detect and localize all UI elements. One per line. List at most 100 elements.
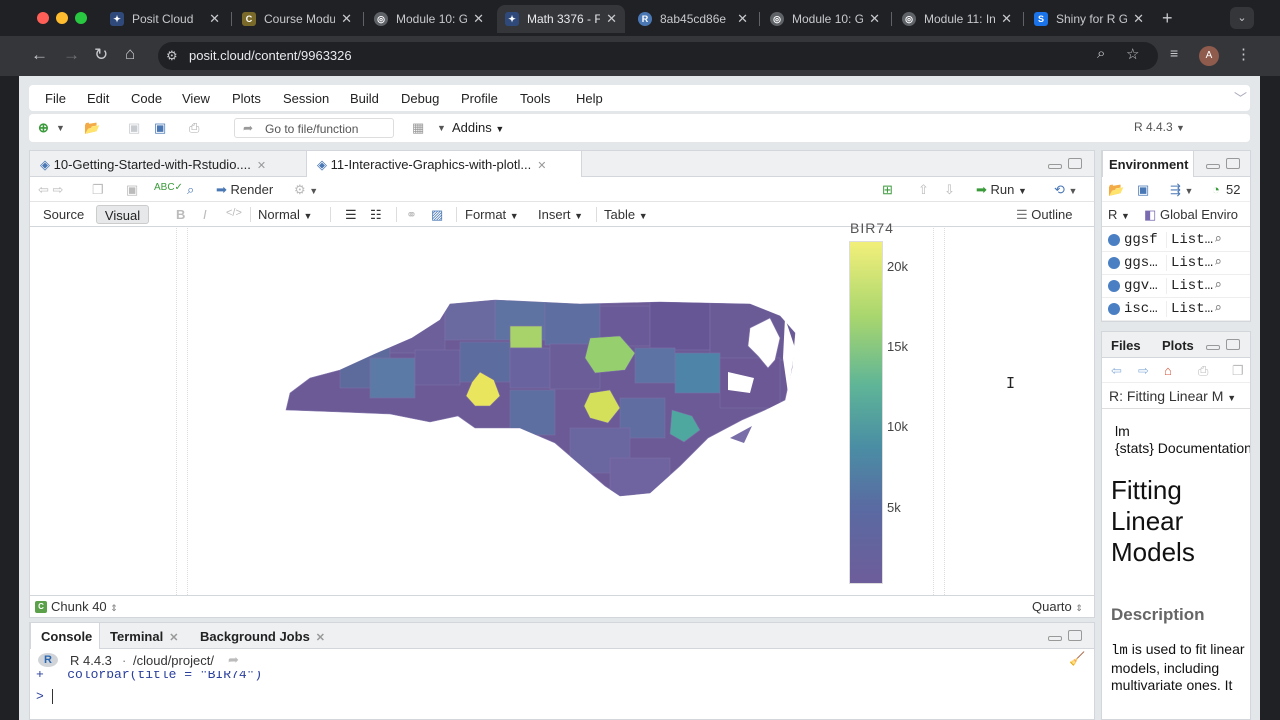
outline-button[interactable]: ☰ Outline [1016, 207, 1072, 223]
minimize-window-button[interactable] [56, 12, 68, 24]
insert-chunk-icon[interactable]: ⊞ [882, 182, 893, 198]
rerun-icon[interactable]: ⟲ ▼ [1054, 182, 1077, 198]
minimize-pane-icon[interactable] [1048, 636, 1062, 641]
help-print-icon[interactable]: ⎙ [1198, 363, 1208, 379]
bullet-list-icon[interactable]: ☰ [345, 207, 357, 223]
menu-session[interactable]: Session [283, 91, 329, 106]
view-magnifier-icon[interactable]: ⌕ [1214, 301, 1222, 316]
maximize-pane-icon[interactable] [1226, 158, 1240, 169]
choropleth-map[interactable] [280, 298, 800, 503]
image-icon[interactable]: ▨ [431, 207, 443, 223]
import-dataset-icon[interactable]: ⇶ ▼ [1170, 182, 1193, 198]
spellcheck-icon[interactable]: ABC✓ [154, 182, 183, 193]
reading-list-icon[interactable]: ≡ [1170, 45, 1178, 61]
menu-view[interactable]: View [182, 91, 210, 106]
menu-help[interactable]: Help [576, 91, 603, 106]
minimize-pane-icon[interactable] [1048, 164, 1062, 169]
menu-tools[interactable]: Tools [520, 91, 550, 106]
find-icon[interactable]: ⌕ [187, 182, 194, 198]
memory-usage-icon[interactable]: ◔ [1212, 182, 1220, 197]
help-home-icon[interactable]: ⌂ [1164, 363, 1172, 378]
chunk-up-icon[interactable]: ⇧ [918, 182, 929, 198]
maximize-pane-icon[interactable] [1226, 339, 1240, 350]
addins-menu[interactable]: Addins ▼ [452, 120, 504, 135]
env-row[interactable]: ggv… List… ⌕ [1102, 275, 1250, 298]
tab-plots[interactable]: Plots [1152, 332, 1202, 358]
tab-console[interactable]: Console [30, 623, 100, 649]
profile-avatar[interactable]: A [1199, 46, 1219, 66]
tab-search-icon[interactable]: ⌄ [1230, 7, 1254, 29]
forward-icon[interactable]: → [63, 45, 80, 65]
close-tab-icon[interactable]: ✕ [257, 160, 266, 172]
run-button[interactable]: ➡ Run ▼ [976, 182, 1027, 198]
env-row[interactable]: isc… List… ⌕ [1102, 298, 1250, 321]
expand-icon[interactable] [1108, 234, 1120, 246]
close-tab-icon[interactable]: ✕ [869, 11, 880, 27]
url-text[interactable]: posit.cloud/content/9963326 [189, 48, 352, 63]
visual-mode-button[interactable]: Visual [96, 205, 149, 224]
format-menu[interactable]: Format ▼ [465, 207, 519, 222]
help-forward-icon[interactable]: ⇨ [1138, 363, 1149, 379]
link-icon[interactable]: ⚭ [406, 207, 417, 223]
help-popout-icon[interactable]: ❐ [1232, 363, 1244, 379]
render-button[interactable]: ➡ Render [216, 182, 273, 198]
help-back-icon[interactable]: ⇦ [1111, 363, 1122, 379]
save-all-icon[interactable]: ▣ [154, 120, 166, 136]
goto-file-input[interactable]: ➦ Go to file/function [234, 118, 394, 138]
document-area[interactable]: BIR74 20k 15k 10k 5k [30, 220, 1094, 595]
table-menu[interactable]: Table ▼ [604, 207, 648, 222]
tab-background-jobs[interactable]: Background Jobs ✕ [190, 623, 330, 649]
grid-layout-icon[interactable]: ▦ [412, 120, 424, 136]
close-window-button[interactable] [37, 12, 49, 24]
block-format-select[interactable]: Normal ▼ [258, 207, 312, 222]
menu-edit[interactable]: Edit [87, 91, 109, 106]
home-icon[interactable]: ⌂ [125, 44, 135, 64]
minimize-pane-icon[interactable] [1206, 164, 1220, 169]
menu-file[interactable]: File [45, 91, 66, 106]
show-in-window-icon[interactable]: ❐ [92, 182, 104, 198]
maximize-pane-icon[interactable] [1068, 630, 1082, 641]
chunk-navigator[interactable]: Chunk 40 ⇕ [51, 599, 118, 614]
env-row[interactable]: ggs… List… ⌕ [1102, 252, 1250, 275]
maximize-pane-icon[interactable] [1068, 158, 1082, 169]
chevron-down-icon[interactable]: ▼ [56, 123, 65, 133]
minimize-pane-icon[interactable] [1206, 345, 1220, 350]
zoom-icon[interactable]: ⌕ [1097, 45, 1105, 62]
insert-menu[interactable]: Insert ▼ [538, 207, 583, 222]
view-magnifier-icon[interactable]: ⌕ [1214, 278, 1222, 293]
new-tab-icon[interactable]: + [1162, 8, 1173, 29]
tab-terminal[interactable]: Terminal ✕ [100, 623, 188, 649]
chevron-down-icon[interactable]: ▼ [437, 123, 446, 133]
site-info-icon[interactable]: ⚙ [166, 48, 178, 64]
clear-console-icon[interactable]: 🧹 [1069, 651, 1085, 667]
chunk-down-icon[interactable]: ⇩ [944, 182, 955, 198]
save-icon[interactable]: ▣ [128, 120, 140, 136]
tab-files[interactable]: Files [1102, 332, 1152, 358]
browser-tab-7[interactable]: S Shiny for R Gu ✕ [1026, 5, 1152, 33]
open-project-icon[interactable]: 📂 [84, 120, 100, 136]
close-tab-icon[interactable]: ✕ [1133, 11, 1144, 27]
menu-build[interactable]: Build [350, 91, 379, 106]
close-tab-icon[interactable]: ✕ [606, 11, 617, 27]
tab-environment[interactable]: Environment [1102, 151, 1194, 177]
save-workspace-icon[interactable]: ▣ [1137, 182, 1149, 198]
zoom-window-button[interactable] [75, 12, 87, 24]
bold-icon[interactable]: B [176, 207, 185, 222]
doctype-select[interactable]: Quarto ⇕ [1032, 599, 1083, 614]
close-tab-icon[interactable]: ✕ [316, 632, 325, 644]
save-icon[interactable]: ▣ [126, 182, 138, 198]
view-magnifier-icon[interactable]: ⌕ [1214, 255, 1222, 270]
settings-gear-icon[interactable]: ⚙ ▼ [294, 182, 318, 198]
browser-tab-2[interactable]: ◎ Module 10: G ✕ [366, 5, 492, 33]
menu-code[interactable]: Code [131, 91, 162, 106]
console-prompt[interactable]: > [36, 689, 61, 704]
help-topic-select[interactable]: R: Fitting Linear M ▼ [1109, 388, 1236, 404]
collapse-chevron-icon[interactable]: ﹀ [1234, 88, 1247, 107]
browser-tab-4[interactable]: R 8ab45cd86e ✕ [630, 5, 756, 33]
tab-interactive-graphics[interactable]: ◈ 11-Interactive-Graphics-with-plotl... ✕ [306, 151, 582, 177]
close-tab-icon[interactable]: ✕ [209, 11, 220, 27]
goto-dir-icon[interactable]: ➦ [228, 652, 239, 668]
browser-tab-1[interactable]: C Course Modul ✕ [234, 5, 360, 33]
scope-select[interactable]: Global Enviro [1160, 207, 1238, 222]
print-icon[interactable]: ⎙ [189, 120, 199, 136]
